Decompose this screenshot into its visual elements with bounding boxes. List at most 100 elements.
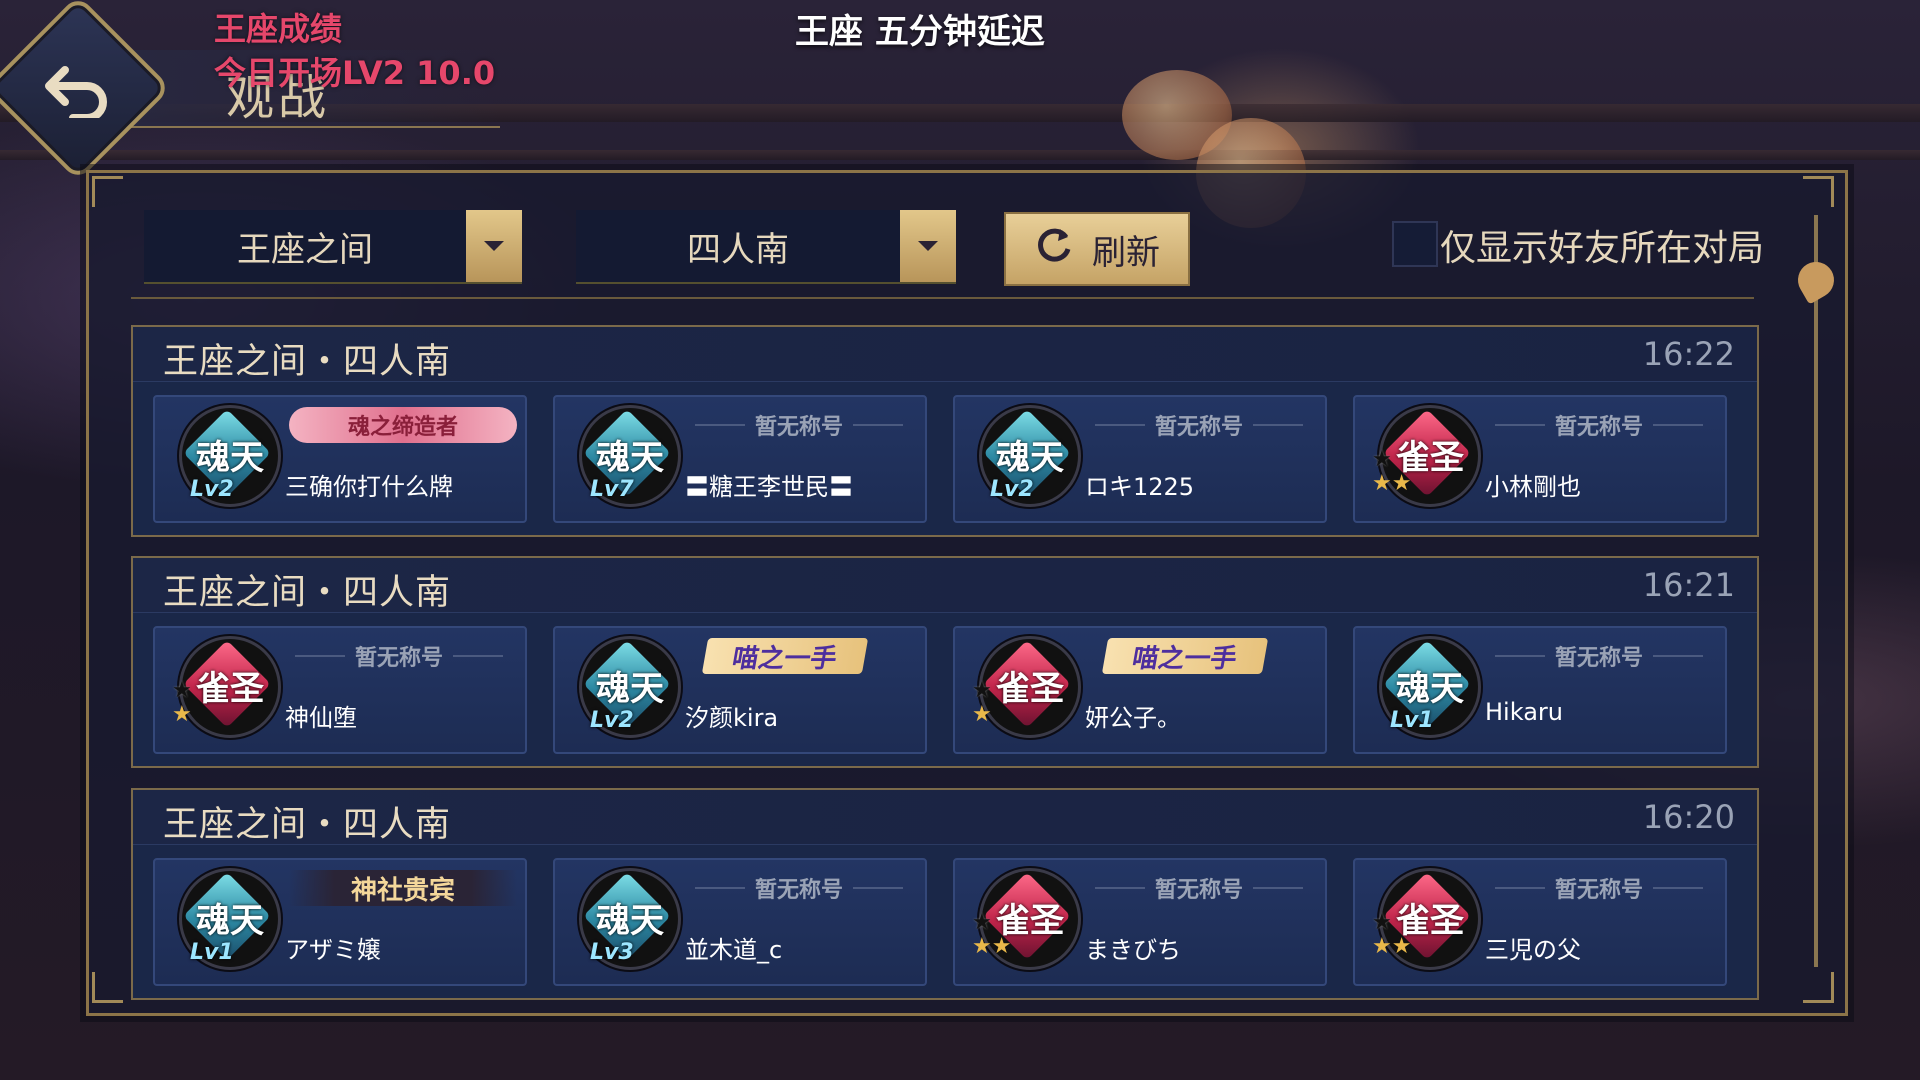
player-card[interactable]: 雀圣 ★ ★★ 暂无称号まきびち [953, 858, 1327, 986]
player-title-badge: 喵之一手 [701, 638, 869, 674]
player-title-badge: 暂无称号 [685, 870, 913, 906]
rank-level: Lv1 [190, 940, 234, 965]
match-title: 王座之间・四人南 [163, 573, 452, 613]
match-time: 16:20 [1642, 798, 1735, 836]
player-card[interactable]: 雀圣 ★ ★ 喵之一手妍公子。 [953, 626, 1327, 754]
friends-only-checkbox[interactable] [1392, 221, 1438, 267]
player-name: まきびち [1085, 936, 1181, 964]
player-title-badge: 暂无称号 [1485, 638, 1713, 674]
player-card[interactable]: 魂天 Lv2 暂无称号ロキ1225 [953, 395, 1327, 523]
player-card[interactable]: 雀圣 ★ ★ 暂无称号 神仙堕 [153, 626, 527, 754]
player-title-badge: 暂无称号 [285, 638, 513, 674]
rank-emblem-icon: 魂天 Lv1 [179, 868, 281, 970]
match-time: 16:21 [1642, 566, 1735, 604]
rank-level: Lv7 [590, 477, 634, 502]
player-title-badge: 喵之一手 [1101, 638, 1269, 674]
match-card[interactable]: 王座之间・四人南 16:20 魂天 Lv1 神社贵宾 アザミ嬢 魂天 Lv3 暂无称号 並木道_c… [131, 788, 1759, 1000]
rank-emblem-icon: 雀圣 ★ ★★ [972, 868, 1081, 970]
refresh-label: 刷新 [1092, 232, 1160, 273]
player-title-badge: 暂无称号 [1485, 407, 1713, 443]
player-title-badge: 魂之缔造者 [289, 407, 517, 443]
panel-corner [92, 972, 123, 1003]
room-select-value: 王座之间 [237, 229, 373, 270]
rank-label: 魂天 [596, 669, 664, 709]
rank-emblem-icon: 魂天 Lv3 [579, 868, 681, 970]
rank-emblem-icon: 魂天 Lv7 [579, 405, 681, 507]
match-header: 王座之间・四人南 16:21 [133, 558, 1757, 613]
match-title: 王座之间・四人南 [163, 342, 452, 382]
rank-emblem-icon: 雀圣 ★ ★ [972, 636, 1081, 738]
player-card[interactable]: 魂天 Lv1 暂无称号 Hikaru [1353, 626, 1727, 754]
player-card[interactable]: 魂天 Lv3 暂无称号並木道_c [553, 858, 927, 986]
rank-label: 魂天 [996, 438, 1064, 478]
player-name: 三确你打什么牌 [285, 473, 453, 501]
player-name: ロキ1225 [1085, 473, 1195, 501]
rank-stars-icon: ★ ★ [172, 678, 192, 727]
rank-level: Lv1 [1390, 708, 1434, 733]
friends-only-label[interactable]: 仅显示好友所在对局 [1440, 219, 1764, 271]
player-card[interactable]: 雀圣 ★ ★★ 暂无称号三児の父 [1353, 858, 1727, 986]
match-title: 王座之间・四人南 [163, 805, 452, 845]
player-name: Hikaru [1485, 698, 1563, 726]
player-name: 妍公子。 [1085, 704, 1181, 732]
player-title-badge: 暂无称号 [685, 407, 913, 443]
player-card[interactable]: 雀圣 ★ ★★ 暂无称号小林剛也 [1353, 395, 1727, 523]
player-card[interactable]: 魂天 Lv1 神社贵宾 アザミ嬢 [153, 858, 527, 986]
panel-corner [1803, 176, 1834, 207]
rank-label: 雀圣 [196, 669, 264, 709]
refresh-icon [1034, 225, 1074, 274]
scrollbar-track[interactable] [1814, 215, 1818, 967]
rank-label: 魂天 [596, 901, 664, 941]
player-name: 〓糖王李世民〓 [685, 473, 853, 501]
match-card[interactable]: 王座之间・四人南 16:21 雀圣 ★ ★ 暂无称号 神仙堕 魂天 Lv2 喵之一手 汐颜kira 雀… [131, 556, 1759, 768]
rank-level: Lv2 [190, 477, 234, 502]
rank-label: 魂天 [1396, 669, 1464, 709]
chevron-down-icon[interactable] [900, 210, 956, 282]
rank-stars-icon: ★ ★ [972, 678, 992, 727]
player-name: 並木道_c [685, 936, 783, 964]
rank-stars-icon: ★ ★★ [1372, 447, 1412, 496]
divider [131, 297, 1754, 299]
overlay-score-label: 王座成绩 [214, 10, 343, 48]
rank-label: 雀圣 [996, 669, 1064, 709]
match-header: 王座之间・四人南 16:22 [133, 327, 1757, 382]
overlay-delay-label: 王座 五分钟延迟 [795, 12, 1045, 52]
player-card[interactable]: 魂天 Lv7 暂无称号 〓糖王李世民〓 [553, 395, 927, 523]
rank-level: Lv2 [590, 708, 634, 733]
match-card[interactable]: 王座之间・四人南 16:22 魂天 Lv2 魂之缔造者 三确你打什么牌 魂天 Lv7 暂无称号〓… [131, 325, 1759, 537]
rank-emblem-icon: 雀圣 ★ ★★ [1372, 868, 1481, 970]
player-name: 神仙堕 [285, 704, 357, 732]
player-name: 汐颜kira [685, 704, 779, 732]
back-arrow-icon[interactable] [38, 50, 118, 130]
rank-emblem-icon: 魂天 Lv2 [579, 636, 681, 738]
chevron-down-icon[interactable] [466, 210, 522, 282]
player-title-badge: 暂无称号 [1485, 870, 1713, 906]
rank-label: 魂天 [196, 901, 264, 941]
player-title-badge: 暂无称号 [1085, 870, 1313, 906]
player-name: 三児の父 [1485, 936, 1581, 964]
rank-emblem-icon: 雀圣 ★ ★★ [1372, 405, 1481, 507]
player-title-badge: 神社贵宾 [289, 870, 517, 906]
player-title-badge: 暂无称号 [1085, 407, 1313, 443]
match-header: 王座之间・四人南 16:20 [133, 790, 1757, 845]
mode-select-value: 四人南 [687, 229, 789, 270]
player-card[interactable]: 魂天 Lv2 魂之缔造者 三确你打什么牌 [153, 395, 527, 523]
player-name: 小林剛也 [1485, 473, 1581, 501]
mode-select[interactable]: 四人南 [576, 210, 956, 284]
rank-label: 魂天 [596, 438, 664, 478]
rank-emblem-icon: 魂天 Lv2 [179, 405, 281, 507]
ceiling-beam [0, 150, 1920, 160]
panel-corner [92, 176, 123, 207]
panel-corner [1803, 972, 1834, 1003]
player-card[interactable]: 魂天 Lv2 喵之一手汐颜kira [553, 626, 927, 754]
overlay-today-stat: 今日开场LV2 10.0 [214, 54, 496, 92]
room-select[interactable]: 王座之间 [144, 210, 522, 284]
player-name: アザミ嬢 [285, 936, 381, 964]
rank-emblem-icon: 魂天 Lv2 [979, 405, 1081, 507]
refresh-button[interactable]: 刷新 [1004, 212, 1190, 286]
rank-emblem-icon: 雀圣 ★ ★ [172, 636, 281, 738]
rank-label: 魂天 [196, 438, 264, 478]
rank-stars-icon: ★ ★★ [972, 910, 1012, 959]
rank-emblem-icon: 魂天 Lv1 [1379, 636, 1481, 738]
match-time: 16:22 [1642, 335, 1735, 373]
